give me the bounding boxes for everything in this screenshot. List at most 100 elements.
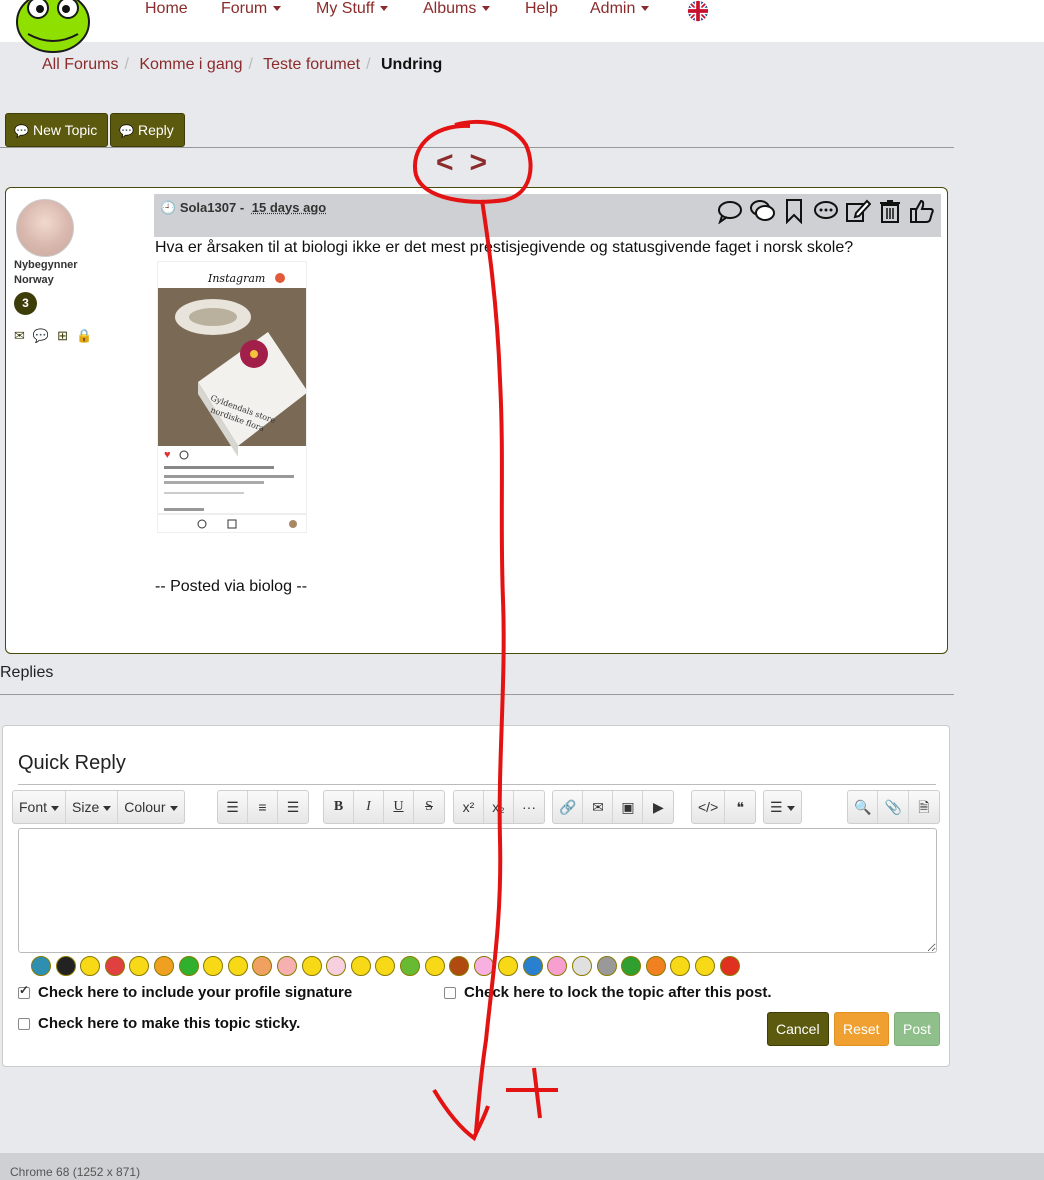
frog-logo-icon[interactable] (14, 0, 92, 54)
smiley-icon[interactable] (55, 956, 76, 976)
quote-icon[interactable] (717, 198, 743, 225)
divider (18, 784, 936, 785)
smiley-icon[interactable] (276, 956, 297, 976)
size-dropdown[interactable]: Size (66, 791, 119, 823)
checkbox-icon[interactable] (444, 986, 456, 999)
list-dropdown-icon[interactable]: ☰ (764, 791, 801, 823)
red-arrowhead-annotation (432, 1088, 490, 1142)
delete-icon[interactable] (877, 198, 903, 224)
sitemap-icon[interactable]: ⊞ (57, 328, 68, 344)
code-icon[interactable]: </> (692, 791, 726, 823)
bookmark-icon[interactable] (781, 198, 807, 225)
smiley-icon[interactable] (449, 956, 470, 976)
new-topic-button[interactable]: 💬 New Topic (5, 113, 109, 147)
link-icon[interactable]: 🔗 (553, 791, 584, 823)
smiley-icon[interactable] (227, 956, 248, 976)
smiley-icon[interactable] (522, 956, 543, 976)
smiley-icon[interactable] (252, 956, 273, 976)
checkbox-icon[interactable] (18, 1017, 30, 1030)
smiley-icon[interactable] (621, 956, 642, 976)
smiley-icon[interactable] (350, 956, 371, 976)
reset-button[interactable]: Reset (834, 1012, 889, 1046)
post-author[interactable]: Sola1307 (180, 200, 236, 215)
horizontal-rule-icon[interactable]: ··· (514, 791, 544, 823)
font-dropdown[interactable]: Font (13, 791, 67, 823)
nav-admin[interactable]: Admin (590, 0, 650, 20)
avatar[interactable] (16, 199, 74, 257)
smiley-icon[interactable] (375, 956, 396, 976)
smiley-icon[interactable] (596, 956, 617, 976)
envelope-icon[interactable]: ✉ (14, 328, 25, 344)
nav-help[interactable]: Help (525, 0, 558, 20)
breadcrumb-separator: / (124, 56, 129, 73)
smiley-icon[interactable] (424, 956, 445, 976)
smiley-icon[interactable] (670, 956, 691, 976)
align-left-icon[interactable]: ☰ (218, 791, 248, 823)
subscript-icon[interactable]: x₂ (484, 791, 514, 823)
post-button[interactable]: Post (894, 1012, 941, 1046)
superscript-icon[interactable]: x² (454, 791, 484, 823)
prev-topic-button[interactable]: < (436, 146, 470, 179)
checkbox-checked-icon[interactable] (18, 983, 30, 999)
quote-icon[interactable]: ❝ (725, 791, 755, 823)
smiley-icon[interactable] (80, 956, 101, 976)
lock-topic-checkbox[interactable]: Check here to lock the topic after this … (444, 984, 772, 1001)
smiley-icon[interactable] (645, 956, 666, 976)
like-icon[interactable] (909, 198, 935, 224)
toolbar-group-tools: 🔍 📎 🗎 (847, 790, 940, 824)
align-center-icon[interactable]: ≡ (248, 791, 278, 823)
smiley-icon[interactable] (203, 956, 224, 976)
breadcrumb-all-forums[interactable]: All Forums (42, 56, 118, 73)
smiley-icon[interactable] (31, 956, 51, 976)
reply-button[interactable]: 💬 Reply (110, 113, 185, 147)
edit-icon[interactable] (845, 198, 872, 224)
message-editor[interactable] (18, 828, 937, 953)
chevron-down-icon (786, 805, 795, 811)
cancel-button[interactable]: Cancel (767, 1012, 829, 1046)
underline-icon[interactable]: U (384, 791, 414, 823)
smiley-icon[interactable] (153, 956, 174, 976)
youtube-icon[interactable]: ▶ (643, 791, 673, 823)
nav-albums[interactable]: Albums (423, 0, 491, 20)
smiley-icon[interactable] (129, 956, 150, 976)
smiley-icon[interactable] (104, 956, 125, 976)
next-topic-button[interactable]: > (470, 146, 504, 179)
image-icon[interactable]: ▣ (613, 791, 644, 823)
nav-forum[interactable]: Forum (221, 0, 282, 20)
comment-icon[interactable] (813, 198, 839, 224)
align-right-icon[interactable]: ☰ (278, 791, 308, 823)
smiley-icon[interactable] (301, 956, 322, 976)
smiley-icon[interactable] (326, 956, 347, 976)
smiley-icon[interactable] (547, 956, 568, 976)
bold-icon[interactable]: B (324, 791, 354, 823)
uk-flag-icon[interactable] (686, 0, 710, 22)
italic-icon[interactable]: I (354, 791, 384, 823)
smiley-icon[interactable] (498, 956, 519, 976)
paperclip-icon[interactable]: 📎 (878, 791, 909, 823)
signature-checkbox[interactable]: Check here to include your profile signa… (18, 983, 352, 1001)
size-dropdown-label: Size (72, 799, 100, 815)
smiley-icon[interactable] (473, 956, 494, 976)
search-icon[interactable]: 🔍 (848, 791, 879, 823)
chat-icon[interactable]: 💬 (33, 328, 49, 344)
post-image[interactable]: Instagram Gyldendals store nordiske flor… (157, 261, 307, 533)
email-icon[interactable]: ✉ (583, 791, 614, 823)
sticky-topic-checkbox[interactable]: Check here to make this topic sticky. (18, 1015, 300, 1032)
multi-quote-icon[interactable] (749, 198, 775, 224)
smiley-icon[interactable] (572, 956, 593, 976)
colour-dropdown[interactable]: Colour (118, 791, 183, 823)
comment-icon: 💬 (14, 124, 29, 138)
smiley-icon[interactable] (695, 956, 716, 976)
strikethrough-icon[interactable]: S (414, 791, 444, 823)
new-topic-label: New Topic (32, 122, 98, 138)
user-country: Norway (14, 274, 54, 286)
nav-my-stuff[interactable]: My Stuff (316, 0, 389, 20)
file-image-icon[interactable]: 🗎 (909, 791, 939, 823)
breadcrumb-komme-i-gang[interactable]: Komme i gang (139, 56, 242, 73)
smiley-icon[interactable] (719, 956, 740, 976)
smiley-icon[interactable] (399, 956, 420, 976)
nav-home[interactable]: Home (145, 0, 188, 20)
lock-icon[interactable]: 🔒 (76, 328, 92, 344)
breadcrumb-teste-forumet[interactable]: Teste forumet (263, 56, 360, 73)
smiley-icon[interactable] (178, 956, 199, 976)
